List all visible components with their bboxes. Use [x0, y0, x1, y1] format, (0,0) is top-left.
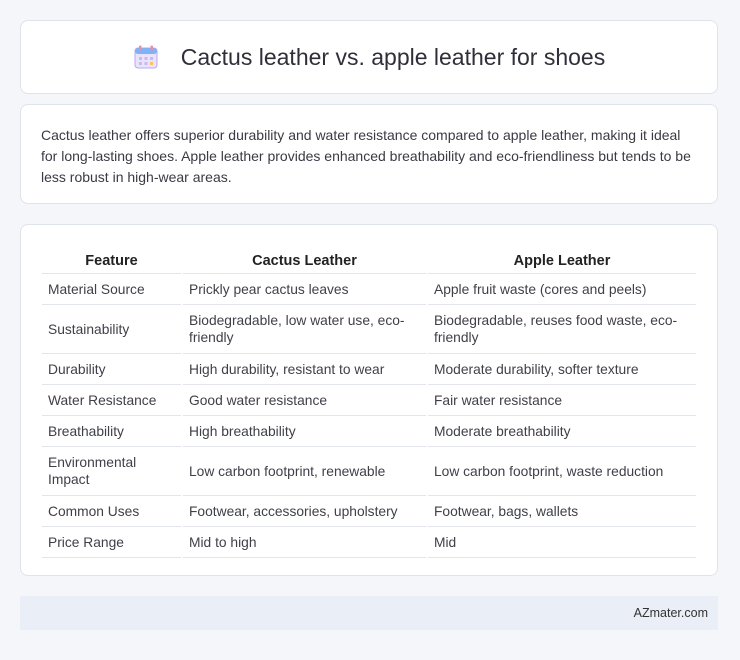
- row-cactus-value: Biodegradable, low water use, eco-friend…: [183, 305, 426, 354]
- row-cactus-value: High durability, resistant to wear: [183, 354, 426, 385]
- row-cactus-value: Mid to high: [183, 527, 426, 558]
- table-row: Price Range Mid to high Mid: [42, 527, 696, 558]
- table-row: Sustainability Biodegradable, low water …: [42, 305, 696, 354]
- summary-text: Cactus leather offers superior durabilit…: [41, 127, 691, 185]
- page-title: Cactus leather vs. apple leather for sho…: [180, 43, 606, 70]
- row-feature: Breathability: [42, 416, 181, 447]
- row-apple-value: Apple fruit waste (cores and peels): [428, 274, 696, 305]
- row-cactus-value: Prickly pear cactus leaves: [183, 274, 426, 305]
- row-feature: Durability: [42, 354, 181, 385]
- table-row: Water Resistance Good water resistance F…: [42, 385, 696, 416]
- table-row: Environmental Impact Low carbon footprin…: [42, 447, 696, 496]
- row-apple-value: Low carbon footprint, waste reduction: [428, 447, 696, 496]
- row-apple-value: Moderate breathability: [428, 416, 696, 447]
- row-apple-value: Moderate durability, softer texture: [428, 354, 696, 385]
- row-cactus-value: Low carbon footprint, renewable: [183, 447, 426, 496]
- row-apple-value: Mid: [428, 527, 696, 558]
- row-apple-value: Fair water resistance: [428, 385, 696, 416]
- header-cactus-leather: Cactus Leather: [183, 245, 426, 274]
- calendar-icon: [133, 44, 159, 70]
- row-apple-value: Biodegradable, reuses food waste, eco-fr…: [428, 305, 696, 354]
- footer: AZmater.com: [20, 596, 718, 630]
- row-feature: Water Resistance: [42, 385, 181, 416]
- row-cactus-value: Footwear, accessories, upholstery: [183, 496, 426, 527]
- row-feature: Sustainability: [42, 305, 181, 354]
- table-row: Durability High durability, resistant to…: [42, 354, 696, 385]
- table-row: Common Uses Footwear, accessories, uphol…: [42, 496, 696, 527]
- row-cactus-value: High breathability: [183, 416, 426, 447]
- table-row: Breathability High breathability Moderat…: [42, 416, 696, 447]
- table-header-row: Feature Cactus Leather Apple Leather: [42, 245, 696, 274]
- row-feature: Price Range: [42, 527, 181, 558]
- title-card: Cactus leather vs. apple leather for sho…: [20, 20, 718, 94]
- footer-brand[interactable]: AZmater.com: [634, 606, 708, 620]
- comparison-table-card: Feature Cactus Leather Apple Leather Mat…: [20, 224, 718, 576]
- summary-card: Cactus leather offers superior durabilit…: [20, 104, 718, 204]
- row-feature: Environmental Impact: [42, 447, 181, 496]
- row-feature: Common Uses: [42, 496, 181, 527]
- row-cactus-value: Good water resistance: [183, 385, 426, 416]
- header-apple-leather: Apple Leather: [428, 245, 696, 274]
- table-row: Material Source Prickly pear cactus leav…: [42, 274, 696, 305]
- header-feature: Feature: [42, 245, 181, 274]
- comparison-table: Feature Cactus Leather Apple Leather Mat…: [40, 245, 698, 558]
- row-apple-value: Footwear, bags, wallets: [428, 496, 696, 527]
- row-feature: Material Source: [42, 274, 181, 305]
